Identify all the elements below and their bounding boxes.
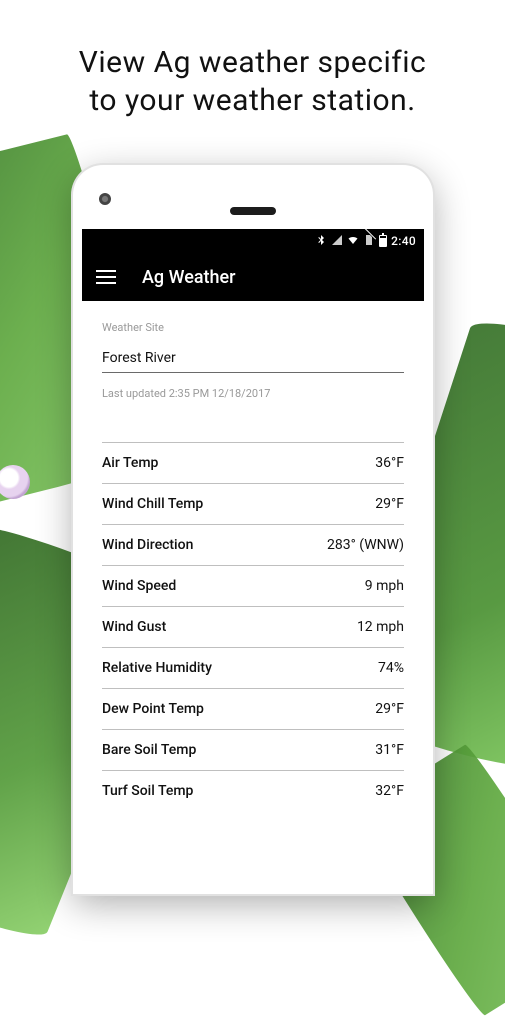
battery-icon bbox=[379, 235, 387, 247]
weather-row-label: Wind Direction bbox=[102, 537, 193, 553]
weather-row: Turf Soil Temp 32°F bbox=[102, 771, 404, 811]
status-time: 2:40 bbox=[391, 234, 416, 248]
app-title: Ag Weather bbox=[142, 267, 236, 288]
app-bar: Ag Weather bbox=[82, 253, 424, 301]
weather-list: Air Temp 36°F Wind Chill Temp 29°F Wind Dire… bbox=[102, 442, 404, 811]
wifi-icon bbox=[347, 234, 359, 249]
weather-row: Dew Point Temp 29°F bbox=[102, 689, 404, 730]
site-field[interactable]: Forest River bbox=[102, 350, 404, 373]
weather-row: Bare Soil Temp 31°F bbox=[102, 730, 404, 771]
weather-row-value: 36°F bbox=[375, 455, 404, 471]
weather-row-label: Bare Soil Temp bbox=[102, 742, 196, 758]
cell-signal-icon bbox=[331, 234, 343, 249]
promo-line1: View Ag weather specific bbox=[79, 45, 426, 80]
phone-bezel bbox=[73, 165, 433, 229]
site-field-label: Weather Site bbox=[102, 321, 404, 334]
bluetooth-icon bbox=[315, 234, 327, 249]
weather-row-label: Dew Point Temp bbox=[102, 701, 204, 717]
weather-row-value: 29°F bbox=[375, 496, 404, 512]
weather-row: Wind Direction 283° (WNW) bbox=[102, 525, 404, 566]
weather-row-label: Relative Humidity bbox=[102, 660, 212, 676]
weather-row-value: 283° (WNW) bbox=[327, 537, 404, 553]
weather-row: Wind Speed 9 mph bbox=[102, 566, 404, 607]
weather-row-value: 32°F bbox=[375, 783, 404, 799]
weather-row-label: Air Temp bbox=[102, 455, 158, 471]
menu-icon[interactable] bbox=[96, 270, 116, 284]
weather-row-label: Wind Chill Temp bbox=[102, 496, 203, 512]
weather-row-value: 74% bbox=[378, 660, 404, 676]
weather-row: Relative Humidity 74% bbox=[102, 648, 404, 689]
weather-row-value: 29°F bbox=[375, 701, 404, 717]
speaker-slot bbox=[230, 207, 276, 215]
weather-row-label: Turf Soil Temp bbox=[102, 783, 193, 799]
phone-frame: 2:40 Ag Weather Weather Site Forest Rive… bbox=[73, 165, 433, 894]
promo-heading: View Ag weather specific to your weather… bbox=[0, 44, 505, 119]
weather-row-label: Wind Speed bbox=[102, 578, 176, 594]
weather-row-value: 9 mph bbox=[365, 578, 404, 594]
no-sim-icon bbox=[363, 234, 375, 249]
weather-row: Wind Chill Temp 29°F bbox=[102, 484, 404, 525]
phone-screen: 2:40 Ag Weather Weather Site Forest Rive… bbox=[82, 229, 424, 894]
weather-row: Air Temp 36°F bbox=[102, 442, 404, 484]
weather-row: Wind Gust 12 mph bbox=[102, 607, 404, 648]
status-bar: 2:40 bbox=[82, 229, 424, 253]
last-updated-text: Last updated 2:35 PM 12/18/2017 bbox=[102, 387, 404, 400]
content-area: Weather Site Forest River Last updated 2… bbox=[82, 301, 424, 894]
weather-row-label: Wind Gust bbox=[102, 619, 166, 635]
camera-dot bbox=[99, 193, 111, 205]
weather-row-value: 31°F bbox=[375, 742, 404, 758]
weather-row-value: 12 mph bbox=[357, 619, 404, 635]
promo-line2: to your weather station. bbox=[89, 83, 415, 118]
